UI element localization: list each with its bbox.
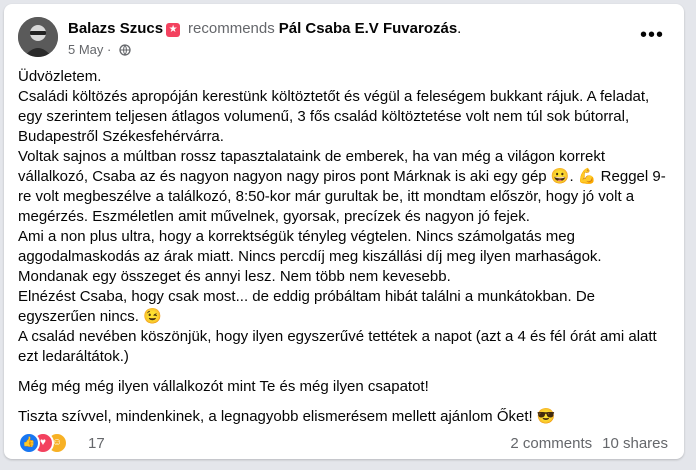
paragraph-more: Még még még ilyen vállalkozót mint Te és… xyxy=(18,378,429,395)
paragraph-apology: Elnézést Csaba, hogy csak most... de edd… xyxy=(18,288,595,325)
post-meta: Balazs Szucs ★ recommends Pál Csaba E.V Fuv… xyxy=(68,19,461,60)
globe-icon xyxy=(119,43,131,60)
post-footer: 👍 ♥ ☺ 17 2 comments 10 shares xyxy=(18,432,668,456)
shares-link[interactable]: 10 shares xyxy=(602,435,668,452)
reaction-count[interactable]: 17 xyxy=(88,435,105,452)
post-header: Balazs Szucs ★ recommends Pál Csaba E.V Fuv… xyxy=(18,17,670,59)
post-body: Üdvözletem. Családi költözés apropóján k… xyxy=(18,67,668,427)
author-name[interactable]: Balazs Szucs xyxy=(68,20,163,37)
paragraph-greeting: Üdvözletem. xyxy=(18,68,102,85)
post-card: Balazs Szucs ★ recommends Pál Csaba E.V Fuv… xyxy=(4,4,684,459)
paragraph-thanks: A család nevében köszönjük, hogy ilyen e… xyxy=(18,328,657,365)
recommends-text: recommends xyxy=(188,20,275,37)
paragraph-intro: Családi költözés apropóján kerestünk köl… xyxy=(18,88,650,145)
like-reaction-icon: 👍 xyxy=(18,432,40,454)
page-name-link[interactable]: Pál Csaba E.V Fuvarozás xyxy=(279,20,457,37)
date-separator: · xyxy=(107,42,112,57)
paragraph-fairness: Ami a non plus ultra, hogy a korrektségü… xyxy=(18,228,602,265)
paragraph-experience: Voltak sajnos a múltban rossz tapasztala… xyxy=(18,148,666,225)
paragraph-recommend: Tiszta szívvel, mindenkinek, a legnagyob… xyxy=(18,408,556,425)
comments-link[interactable]: 2 comments xyxy=(510,435,592,452)
avatar[interactable] xyxy=(18,17,58,57)
paragraph-price: Mondanak egy összeget és annyi lesz. Nem… xyxy=(18,268,451,285)
page-suffix: . xyxy=(457,20,462,37)
more-options-icon[interactable]: ••• xyxy=(640,25,664,45)
post-date[interactable]: 5 May xyxy=(68,42,103,57)
recommend-icon: ★ xyxy=(166,23,181,37)
post-stats: 2 comments 10 shares xyxy=(510,435,668,452)
